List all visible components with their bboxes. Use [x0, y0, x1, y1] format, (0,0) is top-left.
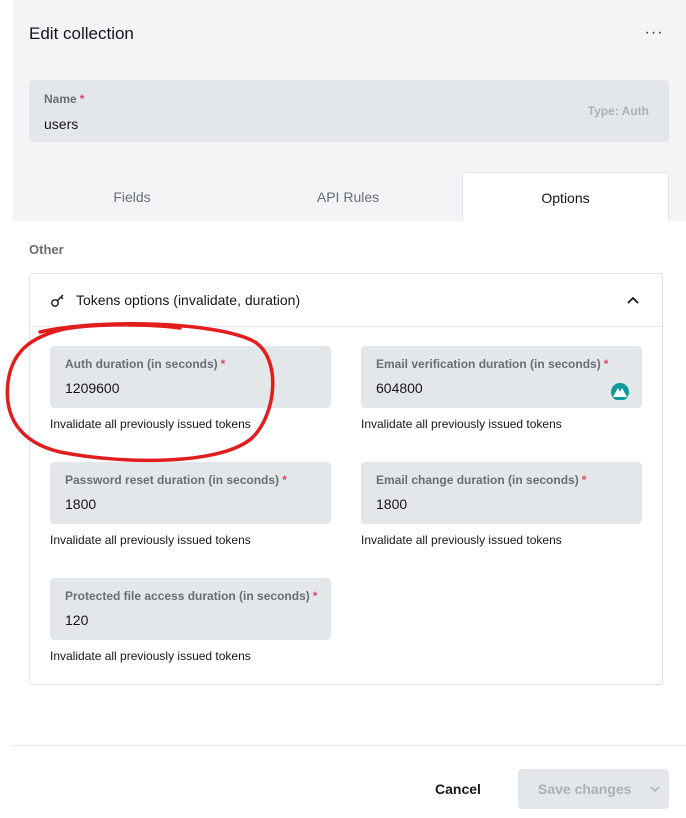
- accordion-title: Tokens options (invalidate, duration): [76, 292, 301, 308]
- password-reset-duration-label: Password reset duration (in seconds) *: [65, 473, 287, 487]
- key-icon: [51, 294, 64, 307]
- required-asterisk: *: [79, 92, 85, 106]
- name-input[interactable]: [44, 116, 524, 132]
- email-verification-duration-field[interactable]: Email verification duration (in seconds)…: [361, 346, 642, 408]
- protected-file-access-duration-input[interactable]: [65, 612, 265, 628]
- password-reset-duration-hint: Invalidate all previously issued tokens: [50, 533, 251, 547]
- password-reset-duration-input[interactable]: [65, 496, 265, 512]
- email-change-duration-field[interactable]: Email change duration (in seconds) *: [361, 462, 642, 524]
- required-asterisk: *: [312, 589, 318, 603]
- save-changes-button[interactable]: Save changes: [518, 769, 669, 809]
- save-changes-label: Save changes: [538, 781, 632, 797]
- protected-file-access-duration-hint: Invalidate all previously issued tokens: [50, 649, 251, 663]
- email-verification-duration-label: Email verification duration (in seconds)…: [376, 357, 609, 371]
- tab-api-rules[interactable]: API Rules: [245, 172, 451, 221]
- name-field[interactable]: Name* Type: Auth: [29, 80, 669, 142]
- protected-file-access-duration-field[interactable]: Protected file access duration (in secon…: [50, 578, 331, 640]
- tab-fields[interactable]: Fields: [29, 172, 235, 221]
- email-change-duration-hint: Invalidate all previously issued tokens: [361, 533, 562, 547]
- auth-duration-input[interactable]: [65, 380, 265, 396]
- chevron-down-icon[interactable]: [650, 785, 660, 793]
- tab-options[interactable]: Options: [462, 172, 669, 221]
- name-field-label: Name *: [44, 92, 85, 106]
- email-change-duration-label: Email change duration (in seconds) *: [376, 473, 587, 487]
- email-verification-duration-input[interactable]: [376, 380, 576, 396]
- required-asterisk: *: [220, 357, 226, 371]
- email-verification-duration-hint: Invalidate all previously issued tokens: [361, 417, 562, 431]
- auth-duration-hint: Invalidate all previously issued tokens: [50, 417, 251, 431]
- password-reset-duration-field[interactable]: Password reset duration (in seconds) *: [50, 462, 331, 524]
- footer-divider: [13, 745, 686, 746]
- auth-duration-label: Auth duration (in seconds) *: [65, 357, 226, 371]
- required-asterisk: *: [581, 473, 587, 487]
- panel-title: Edit collection: [29, 24, 134, 43]
- required-asterisk: *: [603, 357, 609, 371]
- tokens-options-accordion: Tokens options (invalidate, duration) Au…: [29, 273, 663, 685]
- accordion-header[interactable]: Tokens options (invalidate, duration): [30, 274, 662, 327]
- more-options-button[interactable]: ···: [640, 24, 668, 46]
- password-manager-icon[interactable]: [610, 382, 630, 400]
- auth-duration-field[interactable]: Auth duration (in seconds) *: [50, 346, 331, 408]
- chevron-up-icon: [627, 296, 639, 304]
- protected-file-access-duration-label: Protected file access duration (in secon…: [65, 589, 318, 603]
- section-label-other: Other: [29, 242, 64, 257]
- collection-type-note: Type: Auth: [587, 104, 649, 118]
- cancel-button[interactable]: Cancel: [420, 771, 496, 807]
- required-asterisk: *: [282, 473, 287, 487]
- email-change-duration-input[interactable]: [376, 496, 576, 512]
